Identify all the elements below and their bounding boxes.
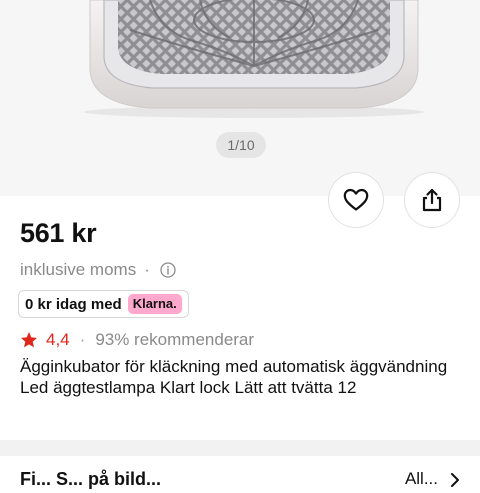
- klarna-payment-pill[interactable]: 0 kr idag med Klarna.: [18, 290, 189, 318]
- tax-separator: ·: [144, 260, 150, 279]
- klarna-logo: Klarna.: [127, 294, 182, 314]
- star-icon: [21, 332, 37, 348]
- see-all-link[interactable]: All...: [405, 469, 438, 489]
- photo-reviews-section-header[interactable]: Fi... S... på bild... All...: [20, 469, 460, 493]
- product-price: 561 kr: [20, 218, 97, 248]
- tax-info-row: inklusive moms ·: [20, 258, 176, 282]
- product-image-gallery[interactable]: 1/10: [0, 0, 480, 196]
- tax-note: inklusive moms: [20, 260, 137, 279]
- chevron-right-icon: [451, 473, 459, 487]
- rating-score: 4,4: [46, 330, 70, 349]
- section-divider: [0, 440, 480, 456]
- klarna-text: 0 kr idag med: [25, 295, 122, 313]
- rating-separator: ·: [79, 330, 86, 349]
- rating-row[interactable]: 4,4 · 93% rekommenderar: [20, 328, 254, 352]
- recommend-percentage: 93% rekommenderar: [95, 330, 255, 349]
- share-icon: [422, 188, 442, 212]
- favorite-button[interactable]: [328, 172, 384, 228]
- image-page-indicator: 1/10: [216, 132, 266, 158]
- info-icon[interactable]: [160, 262, 176, 278]
- product-image: [84, 0, 424, 118]
- share-button[interactable]: [404, 172, 460, 228]
- section-title: Fi... S... på bild...: [20, 469, 162, 489]
- heart-icon: [343, 188, 369, 211]
- product-title: Ägginkubator för kläckning med automatis…: [20, 357, 448, 397]
